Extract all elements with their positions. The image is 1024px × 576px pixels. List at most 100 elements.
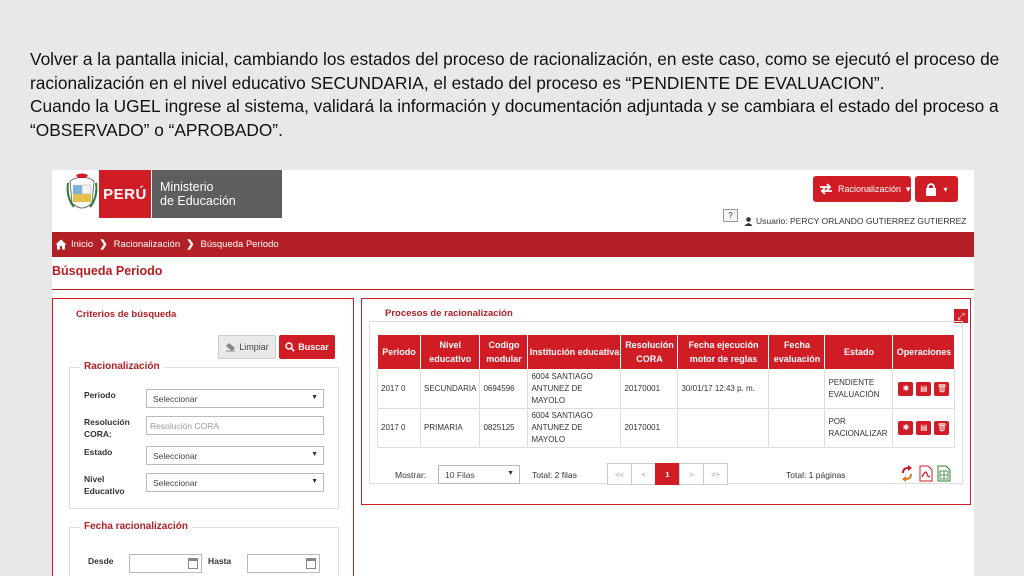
criteria-panel: Criterios de búsqueda Limpiar Buscar Rac… — [52, 298, 354, 576]
hasta-label: Hasta — [208, 556, 232, 566]
periodo-select[interactable]: Seleccionar ▼ — [146, 389, 324, 408]
nivel-select-value: Seleccionar — [153, 478, 198, 488]
page-last[interactable]: >> — [703, 463, 728, 485]
app-header: PERÚ Ministerio de Educación Racionaliza… — [52, 170, 974, 232]
buscar-button[interactable]: Buscar — [279, 335, 335, 359]
col-estado: Estado — [824, 334, 894, 370]
limpiar-button[interactable]: Limpiar — [218, 335, 276, 359]
excel-export-icon[interactable] — [937, 465, 951, 482]
dropdown-arrow-icon: ▼ — [311, 394, 318, 401]
page-first[interactable]: << — [607, 463, 632, 485]
nivel-label: Nivel Educativo — [84, 473, 125, 497]
table-row: 2017 0 PRIMARIA 0825125 6004 SANTIAGO AN… — [377, 408, 956, 448]
trash-icon[interactable]: 🗑 — [934, 421, 950, 435]
gear-icon[interactable]: ✱ — [898, 421, 914, 435]
col-nivel: Nivel educativo — [419, 334, 481, 370]
refresh-icon[interactable] — [900, 465, 914, 482]
processes-table: Periodo Nivel educativo Codigo modular I… — [377, 334, 956, 448]
home-icon — [55, 239, 67, 250]
cell-operaciones: ✱ ▤ 🗑 — [892, 369, 956, 409]
processes-panel: Procesos de racionalización ⤢ Periodo Ni… — [361, 298, 971, 505]
lock-icon — [926, 183, 937, 196]
help-button[interactable]: ? — [723, 209, 738, 222]
pdf-export-icon[interactable] — [919, 465, 933, 482]
gear-icon[interactable]: ✱ — [898, 382, 914, 396]
page-next[interactable]: > — [679, 463, 704, 485]
caret-down-icon: ▾ — [943, 184, 948, 194]
nivel-educativo-select[interactable]: Seleccionar ▼ — [146, 473, 324, 492]
instruction-paragraph-1: Volver a la pantalla inicial, cambiando … — [30, 49, 1000, 93]
dropdown-arrow-icon: ▼ — [311, 451, 318, 458]
table-row: 2017 0 SECUNDARIA 0694596 6004 SANTIAGO … — [377, 369, 956, 409]
document-icon[interactable]: ▤ — [916, 421, 932, 435]
cell-fecha-evaluacion — [768, 369, 826, 409]
calendar-icon[interactable] — [306, 558, 316, 569]
col-institucion: Institución educativa — [527, 334, 622, 370]
criteria-title: Criterios de búsqueda — [76, 309, 177, 320]
logo-peru: PERÚ — [99, 170, 151, 218]
breadcrumb-inicio[interactable]: Inicio — [71, 239, 93, 250]
resolucion-cora-input[interactable]: Resolución CORA — [146, 416, 324, 435]
cell-codigo: 0825125 — [479, 408, 529, 448]
col-codigo: Codigo modular — [479, 334, 529, 370]
total-paginas: Total: 1 páginas — [786, 470, 846, 480]
fecha-fieldset: Fecha racionalización Desde Hasta — [69, 521, 339, 576]
cell-codigo: 0694596 — [479, 369, 529, 409]
page-current[interactable]: 1 — [655, 463, 680, 485]
instruction-paragraph-2: Cuando la UGEL ingrese al sistema, valid… — [30, 96, 999, 140]
buscar-label: Buscar — [298, 342, 329, 352]
mostrar-select-value: 10 Filas — [445, 470, 475, 480]
limpiar-label: Limpiar — [239, 342, 269, 352]
logo-ministerio: Ministerio de Educación — [152, 170, 282, 218]
cell-nivel: PRIMARIA — [419, 408, 481, 448]
mostrar-select[interactable]: 10 Filas ▼ — [438, 465, 520, 484]
dropdown-arrow-icon: ▼ — [311, 478, 318, 485]
mostrar-label: Mostrar: — [395, 470, 427, 480]
user-icon — [744, 216, 753, 226]
processes-inner-panel: Periodo Nivel educativo Codigo modular I… — [369, 321, 963, 485]
trash-icon[interactable]: 🗑 — [934, 382, 950, 396]
nivel-label-line1: Nivel — [84, 474, 105, 484]
resolucion-label-line2: CORA: — [84, 429, 112, 439]
cell-resolucion: 20170001 — [620, 408, 679, 448]
cell-operaciones: ✱ ▤ 🗑 — [892, 408, 956, 448]
total-filas: Total: 2 filas — [532, 470, 577, 480]
cell-resolucion: 20170001 — [620, 369, 679, 409]
resolucion-label-line1: Resolución — [84, 417, 130, 427]
document-icon[interactable]: ▤ — [916, 382, 932, 396]
estado-label: Estado — [84, 447, 113, 457]
fecha-legend: Fecha racionalización — [80, 521, 192, 532]
col-fecha-ejecucion: Fecha ejecución motor de reglas — [677, 334, 770, 370]
cell-periodo: 2017 0 — [377, 369, 421, 409]
resolucion-cora-placeholder: Resolución CORA — [150, 421, 219, 431]
racionalizacion-menu-label: Racionalización — [838, 184, 902, 194]
calendar-icon[interactable] — [188, 558, 198, 569]
chevron-right-icon: ❯ — [99, 239, 108, 250]
cell-fecha-evaluacion — [768, 408, 826, 448]
table-header-row: Periodo Nivel educativo Codigo modular I… — [377, 334, 956, 370]
logo-ministerio-line1: Ministerio — [160, 180, 214, 194]
col-periodo: Periodo — [377, 334, 421, 370]
estado-select[interactable]: Seleccionar ▼ — [146, 446, 324, 465]
breadcrumb-racionalizacion[interactable]: Racionalización — [114, 239, 181, 250]
slide-instructions: Volver a la pantalla inicial, cambiando … — [30, 48, 1005, 142]
chevron-right-icon: ❯ — [186, 239, 195, 250]
desde-date-input[interactable] — [129, 554, 202, 573]
racionalizacion-legend: Racionalización — [80, 361, 164, 372]
cell-estado: POR RACIONALIZAR — [824, 408, 894, 448]
cell-periodo: 2017 0 — [377, 408, 421, 448]
eraser-icon — [226, 343, 236, 352]
cell-institucion: 6004 SANTIAGO ANTUNEZ DE MAYOLO — [527, 369, 622, 409]
col-resolucion: Resolución CORA — [620, 334, 679, 370]
pagination: << < 1 > >> — [607, 463, 728, 485]
cell-nivel: SECUNDARIA — [419, 369, 481, 409]
hasta-date-input[interactable] — [247, 554, 320, 573]
breadcrumb: Inicio ❯ Racionalización ❯ Búsqueda Peri… — [52, 232, 974, 257]
lock-menu-button[interactable]: ▾ — [915, 176, 958, 202]
coat-of-arms-icon — [66, 173, 98, 209]
periodo-select-value: Seleccionar — [153, 394, 198, 404]
cell-institucion: 6004 SANTIAGO ANTUNEZ DE MAYOLO — [527, 408, 622, 448]
page-prev[interactable]: < — [631, 463, 656, 485]
racionalizacion-menu-button[interactable]: Racionalización ▾ — [813, 176, 911, 202]
breadcrumb-busqueda-periodo: Búsqueda Periodo — [200, 239, 279, 250]
